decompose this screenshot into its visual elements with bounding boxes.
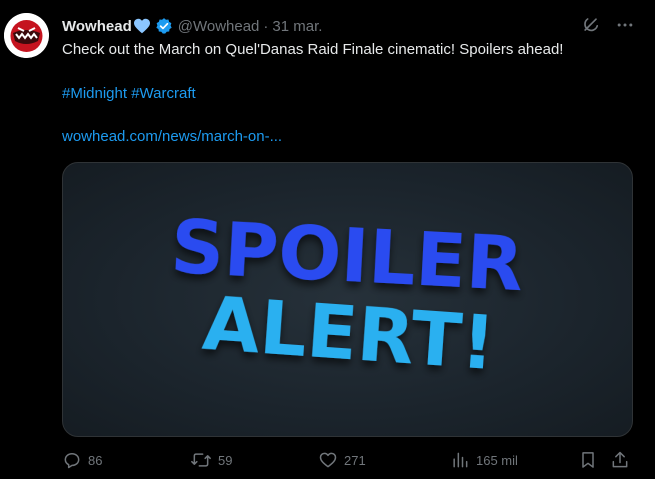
- author-name[interactable]: Wowhead: [62, 18, 132, 35]
- tweet-link[interactable]: wowhead.com/news/march-on-...: [62, 127, 282, 147]
- spoiler-alert-graphic: SPOILER ALERT!: [169, 204, 526, 387]
- more-icon[interactable]: [615, 15, 635, 39]
- tweet-media-image[interactable]: SPOILER ALERT!: [62, 162, 633, 437]
- bookmark-icon: [582, 452, 594, 468]
- reply-button[interactable]: 86: [62, 448, 102, 472]
- tweet-date[interactable]: 31 mar.: [272, 18, 322, 35]
- avatar[interactable]: [4, 13, 49, 58]
- wowhead-logo: [4, 13, 49, 58]
- tweet-hashtags[interactable]: #Midnight #Warcraft: [62, 84, 196, 104]
- heart-icon: [133, 18, 151, 34]
- views-count: 165 mil: [476, 452, 518, 468]
- grok-icon[interactable]: [581, 15, 601, 39]
- share-button[interactable]: [610, 448, 630, 472]
- reply-count: 86: [88, 452, 103, 468]
- author-handle[interactable]: @Wowhead: [178, 18, 260, 35]
- views-icon: [453, 452, 468, 468]
- bookmark-button[interactable]: [578, 448, 598, 472]
- reply-icon: [64, 453, 80, 469]
- like-button[interactable]: 271: [318, 448, 366, 472]
- repost-button[interactable]: 59: [190, 448, 232, 472]
- views-button[interactable]: 165 mil: [450, 448, 518, 472]
- tweet-header: Wowhead @Wowhead · 31 mar.: [62, 15, 635, 37]
- like-count: 271: [344, 452, 366, 468]
- share-icon: [612, 451, 628, 468]
- tweet-text: Check out the March on Quel'Danas Raid F…: [62, 41, 564, 58]
- like-icon: [319, 452, 337, 468]
- repost-count: 59: [218, 452, 233, 468]
- verified-badge-icon[interactable]: [155, 17, 173, 35]
- tweet-actions: 86 59 271 165 mil: [62, 448, 637, 472]
- repost-icon: [191, 453, 211, 467]
- separator: ·: [263, 17, 269, 35]
